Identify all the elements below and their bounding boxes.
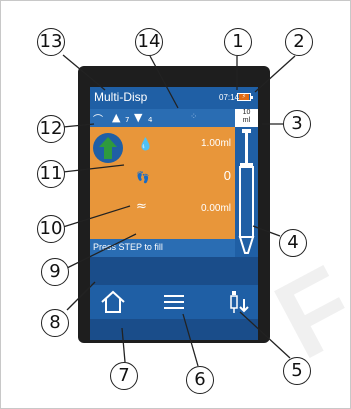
callout-11: 11 (37, 160, 65, 188)
leader-4 (252, 225, 281, 237)
leader-6 (182, 313, 199, 367)
callout-4: 4 (279, 229, 307, 257)
callout-12: 12 (37, 115, 65, 143)
callout-6: 6 (186, 366, 214, 394)
callout-7: 7 (110, 362, 138, 390)
callout-14: 14 (135, 28, 163, 56)
leader-12 (62, 123, 95, 128)
callout-1: 1 (224, 28, 252, 56)
leader-lines (62, 54, 296, 367)
callout-8: 8 (41, 309, 69, 337)
leader-5 (239, 311, 291, 359)
leader-8 (66, 281, 96, 311)
callout-9: 9 (41, 258, 69, 286)
leader-7 (121, 327, 126, 363)
leader-9 (66, 233, 137, 269)
leader-2 (254, 55, 296, 93)
leader-14 (149, 55, 179, 109)
callout-2: 2 (285, 28, 313, 56)
callout-10: 10 (37, 215, 65, 243)
leader-10 (62, 205, 131, 228)
leader-13 (62, 54, 106, 91)
callout-3: 3 (283, 110, 311, 138)
callout-5: 5 (283, 357, 311, 385)
callout-13: 13 (37, 28, 65, 56)
leader-11 (62, 164, 125, 173)
